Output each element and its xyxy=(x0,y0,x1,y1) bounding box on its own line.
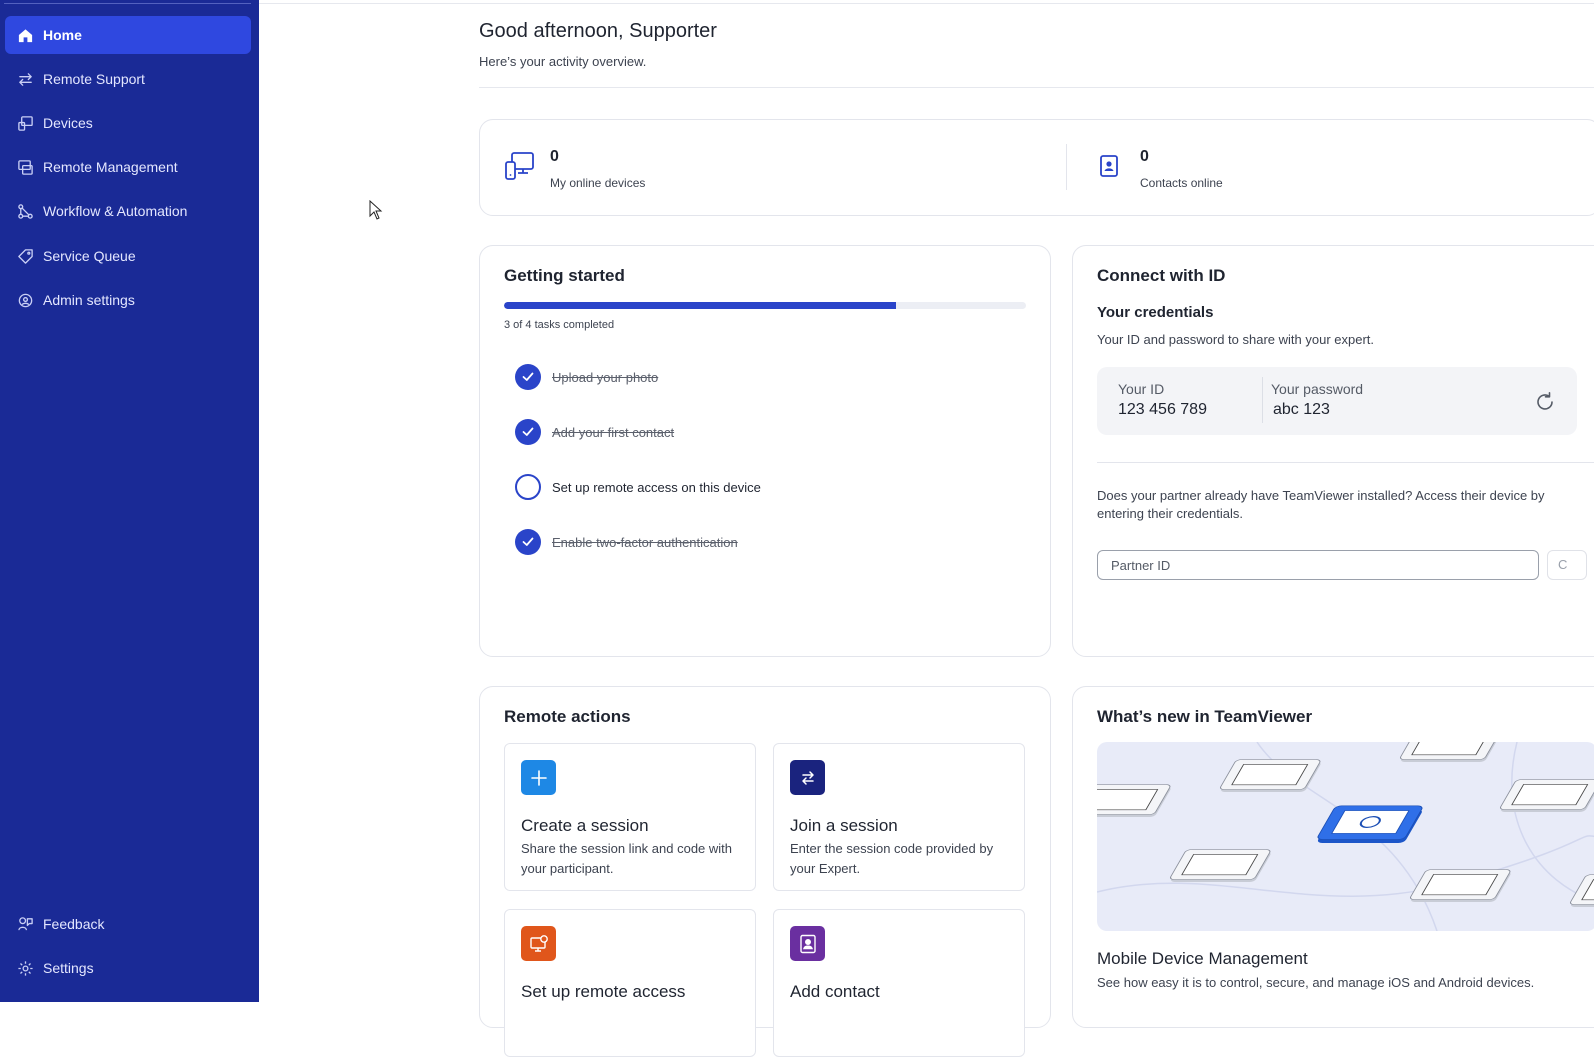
sidebar-item-feedback[interactable]: Feedback xyxy=(5,905,251,943)
devices-icon xyxy=(505,152,534,180)
sidebar-item-label: Settings xyxy=(43,960,94,976)
task-item[interactable]: Add your first contact xyxy=(515,419,674,445)
news-item-description: See how easy it is to control, secure, a… xyxy=(1097,975,1535,990)
contact-book-icon xyxy=(1100,155,1118,177)
sidebar-item-label: Remote Management xyxy=(43,159,178,175)
create-session-description: Share the session link and code with you… xyxy=(521,841,733,876)
admin-gear-icon xyxy=(16,291,34,309)
remote-management-icon xyxy=(16,158,34,176)
arrows-swap-icon xyxy=(16,70,34,88)
header-divider xyxy=(479,87,1594,88)
news-item-title[interactable]: Mobile Device Management xyxy=(1097,949,1308,969)
sidebar-top-divider xyxy=(4,3,251,4)
connect-with-id-card: Connect with ID Your credentials Your ID… xyxy=(1072,245,1594,657)
partner-id-input[interactable] xyxy=(1097,550,1539,580)
progress-text: 3 of 4 tasks completed xyxy=(504,319,615,331)
partner-description: Does your partner already have TeamViewe… xyxy=(1097,488,1545,521)
create-session-title: Create a session xyxy=(521,816,649,835)
your-password-label: Your password xyxy=(1271,381,1364,397)
sidebar-item-home[interactable]: Home xyxy=(5,16,251,54)
online-devices-count: 0 xyxy=(550,148,559,165)
progress-bar-fill xyxy=(504,302,896,309)
getting-started-title: Getting started xyxy=(504,266,625,285)
sidebar-item-label: Feedback xyxy=(43,916,105,932)
top-divider xyxy=(259,3,1594,4)
task-label: Upload your photo xyxy=(552,369,659,385)
add-contact-card[interactable]: Add contact xyxy=(773,909,1025,1057)
workflow-icon xyxy=(16,202,34,220)
sidebar-item-settings[interactable]: Settings xyxy=(5,949,251,987)
connect-divider xyxy=(1097,462,1594,463)
task-label: Add your first contact xyxy=(552,424,675,440)
task-label: Enable two-factor authentication xyxy=(552,534,738,550)
sidebar-item-admin-settings[interactable]: Admin settings xyxy=(5,281,251,319)
your-password-field[interactable]: Your password abc 123 xyxy=(1271,381,1363,419)
page-title: Good afternoon, Supporter xyxy=(479,20,717,42)
plus-icon xyxy=(521,760,556,795)
task-label: Set up remote access on this device xyxy=(552,479,761,495)
create-session-card[interactable]: Create a session Share the session link … xyxy=(504,743,756,891)
home-icon xyxy=(16,26,34,44)
sidebar-item-remote-support[interactable]: Remote Support xyxy=(5,60,251,98)
online-devices-stat: 0 My online devices xyxy=(550,148,645,190)
page-subtitle: Here’s your activity overview. xyxy=(479,54,647,69)
task-item[interactable]: Set up remote access on this device xyxy=(515,474,761,500)
checkmark-icon xyxy=(515,419,541,445)
whats-new-title: What’s new in TeamViewer xyxy=(1097,707,1313,726)
sidebar-item-label: Devices xyxy=(43,115,93,131)
connect-button[interactable]: C xyxy=(1547,550,1587,580)
your-password-value: abc 123 xyxy=(1273,401,1330,418)
join-session-card[interactable]: Join a session Enter the session code pr… xyxy=(773,743,1025,891)
sidebar-item-remote-management[interactable]: Remote Management xyxy=(5,148,251,186)
credentials-box: Your ID 123 456 789 Your password abc 12… xyxy=(1097,367,1577,435)
add-contact-title: Add contact xyxy=(790,982,880,1001)
mouse-cursor-icon xyxy=(369,200,383,220)
setup-remote-access-title: Set up remote access xyxy=(521,982,686,1001)
sidebar-item-label: Service Queue xyxy=(43,248,136,264)
checkmark-icon xyxy=(515,364,541,390)
sidebar-item-label: Home xyxy=(43,27,82,43)
empty-circle-icon xyxy=(515,474,541,500)
stat-divider xyxy=(1066,144,1067,190)
gear-icon xyxy=(16,959,34,977)
tag-icon xyxy=(16,247,34,265)
contacts-online-count: 0 xyxy=(1140,148,1149,165)
devices-icon xyxy=(16,114,34,132)
credentials-divider xyxy=(1262,377,1263,423)
contacts-online-stat: 0 Contacts online xyxy=(1140,148,1223,190)
feedback-icon xyxy=(16,915,34,933)
sidebar-item-devices[interactable]: Devices xyxy=(5,104,251,142)
sidebar-item-service-queue[interactable]: Service Queue xyxy=(5,237,251,275)
your-id-value: 123 456 789 xyxy=(1118,401,1207,418)
monitor-badge-icon xyxy=(521,926,556,961)
contacts-online-label: Contacts online xyxy=(1140,176,1223,190)
getting-started-card: Getting started 3 of 4 tasks completed U… xyxy=(479,245,1051,657)
sidebar-item-label: Admin settings xyxy=(43,292,135,308)
your-id-label: Your ID xyxy=(1118,381,1165,397)
contact-card-icon xyxy=(790,926,825,961)
task-item[interactable]: Enable two-factor authentication xyxy=(515,529,738,555)
sidebar-item-label: Remote Support xyxy=(43,71,145,87)
remote-actions-title: Remote actions xyxy=(504,707,631,726)
join-session-title: Join a session xyxy=(790,816,898,835)
arrows-swap-icon xyxy=(790,760,825,795)
credentials-title: Your credentials xyxy=(1097,304,1214,321)
whats-new-card: What’s new in TeamViewer Mobile Device M… xyxy=(1072,686,1594,1028)
task-item[interactable]: Upload your photo xyxy=(515,364,658,390)
progress-bar xyxy=(504,302,1026,309)
stats-card: 0 My online devices 0 Contacts online xyxy=(479,119,1594,216)
sidebar-item-workflow-automation[interactable]: Workflow & Automation xyxy=(5,192,251,230)
credentials-subtitle: Your ID and password to share with your … xyxy=(1097,332,1374,347)
your-id-field[interactable]: Your ID 123 456 789 xyxy=(1118,381,1207,419)
connect-title: Connect with ID xyxy=(1097,266,1226,285)
online-devices-label: My online devices xyxy=(550,176,646,190)
join-session-description: Enter the session code provided by your … xyxy=(790,841,994,876)
remote-actions-card: Remote actions Create a session Share th… xyxy=(479,686,1051,1057)
sidebar-item-label: Workflow & Automation xyxy=(43,203,188,219)
mobile-devices-illustration[interactable] xyxy=(1097,742,1594,931)
setup-remote-access-card[interactable]: Set up remote access xyxy=(504,909,756,1057)
checkmark-icon xyxy=(515,529,541,555)
sidebar: Home Remote Support Devices Remote Manag… xyxy=(0,0,259,1002)
refresh-icon[interactable] xyxy=(1534,391,1556,413)
